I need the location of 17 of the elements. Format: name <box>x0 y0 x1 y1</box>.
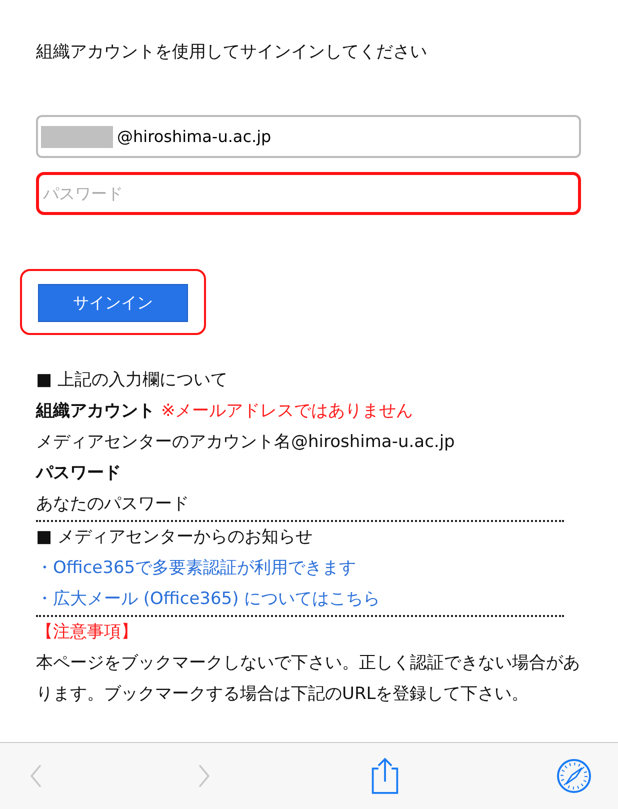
notice-link[interactable]: ・Office365で多要素認証が利用できます <box>36 553 356 584</box>
compass-icon[interactable] <box>556 758 592 794</box>
info-text: あなたのパスワード <box>36 493 190 516</box>
share-icon[interactable] <box>370 757 400 795</box>
notice-link[interactable]: ・広大メール (Office365) についてはこちら <box>36 584 380 615</box>
warning-heading: 【注意事項】 <box>36 621 139 644</box>
field-label: パスワード <box>36 462 121 485</box>
field-label: 組織アカウント <box>36 400 155 423</box>
section-heading: ■ メディアセンターからのお知らせ <box>36 526 314 549</box>
page-heading: 組織アカウントを使用してサインインしてください <box>36 41 427 63</box>
signin-button[interactable]: サインイン <box>38 284 188 322</box>
username-field[interactable]: @hiroshima-u.ac.jp <box>36 115 581 158</box>
password-field[interactable]: パスワード <box>36 172 581 215</box>
warning-note: ※メールアドレスではありません <box>161 400 414 423</box>
info-text: 本ページをブックマークしないで下さい。正しく認証できない場合があります。ブックマークする場合は下記のURLを登録して下さい。 <box>36 652 581 706</box>
info-text: メディアセンターのアカウント名@hiroshima-u.ac.jp <box>36 431 456 454</box>
section-heading: ■ 上記の入力欄について <box>36 369 228 392</box>
